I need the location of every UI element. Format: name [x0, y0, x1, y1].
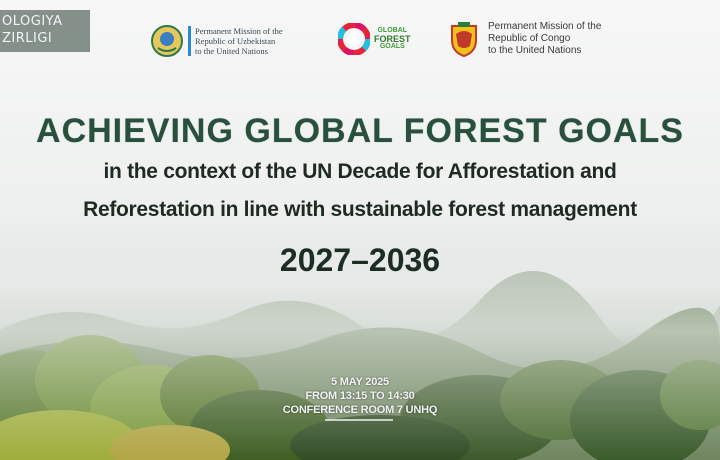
subtitle-line2: Reforestation in line with sustainable f…: [83, 198, 637, 221]
subtitle-line1: in the context of the UN Decade for Affo…: [103, 160, 617, 183]
event-date: 5 MAY 2025: [331, 376, 389, 388]
corner-text-line1: OLOGIYA: [2, 14, 63, 29]
congo-line2: Republic of Congo: [488, 33, 571, 44]
gfg-line2: FOREST: [374, 34, 411, 44]
gfg-line3: GOALS: [379, 43, 405, 50]
main-title: ACHIEVING GLOBAL FOREST GOALS: [36, 112, 684, 150]
event-room: CONFERENCE ROOM 7 UNHQ: [282, 404, 438, 416]
uzbekistan-emblem-icon: [151, 25, 183, 57]
gfg-text: GLOBAL FOREST GOALS: [374, 27, 411, 51]
uzbekistan-divider: [188, 26, 191, 56]
slide: OLOGIYA ZIRLIGI Permanent Mission of the…: [0, 0, 720, 460]
uzbekistan-mission-text: Permanent Mission of the Republic of Uzb…: [195, 26, 283, 56]
corner-partner-text: OLOGIYA ZIRLIGI: [0, 10, 90, 52]
uzbekistan-mission-logo: Permanent Mission of the Republic of Uzb…: [150, 24, 283, 58]
corner-text-line2: ZIRLIGI: [2, 31, 53, 46]
uzbekistan-line1: Permanent Mission of the: [195, 26, 283, 36]
congo-coat-of-arms-icon: [451, 22, 477, 58]
congo-mission-logo: Permanent Mission of the Republic of Con…: [446, 20, 601, 58]
sdg-wheel-icon: [338, 23, 370, 55]
event-underline: [325, 419, 393, 421]
congo-line3: to the United Nations: [488, 45, 582, 56]
uzbekistan-line2: Republic of Uzbekistan: [195, 36, 276, 46]
event-time: FROM 13:15 TO 14:30: [305, 390, 415, 402]
congo-mission-text: Permanent Mission of the Republic of Con…: [488, 21, 601, 57]
congo-line1: Permanent Mission of the: [488, 21, 602, 32]
years-range: 2027–2036: [279, 242, 441, 278]
global-forest-goals-logo: GLOBAL FOREST GOALS: [338, 23, 411, 55]
uzbekistan-line3: to the United Nations: [195, 46, 268, 56]
